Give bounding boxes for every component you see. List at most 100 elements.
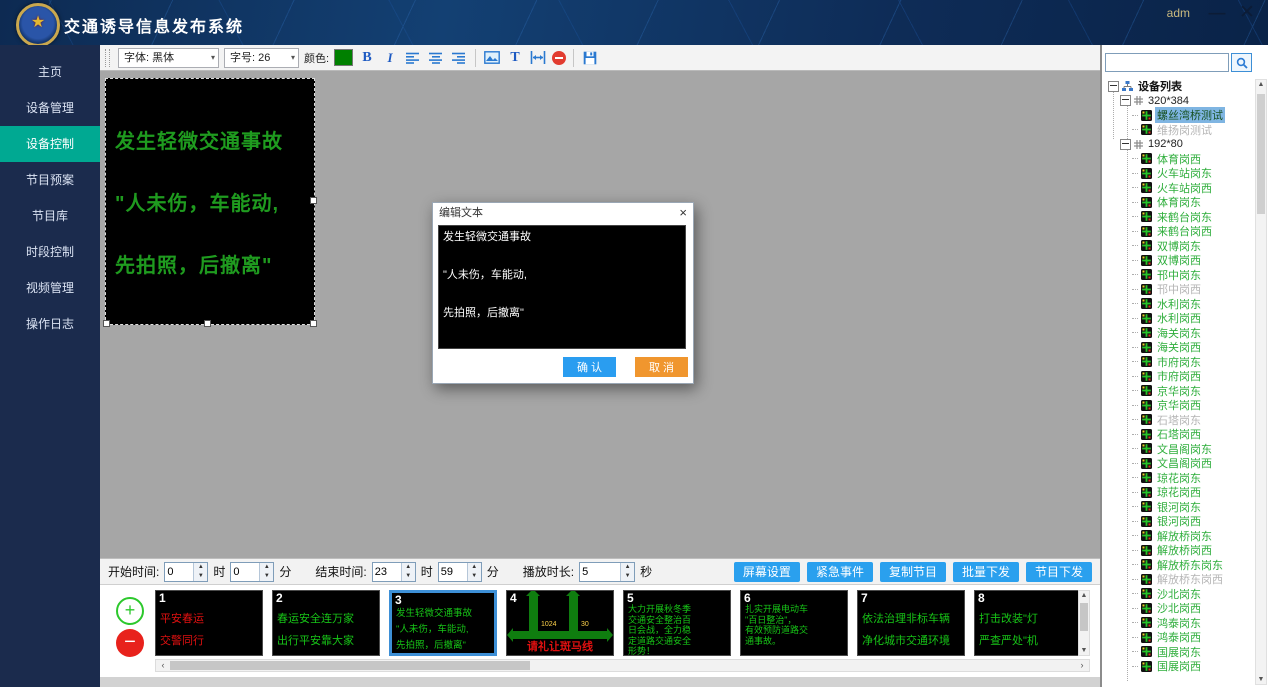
- end-min-down-icon[interactable]: ▼: [468, 572, 481, 581]
- batch-send-button[interactable]: 批量下发: [953, 562, 1019, 582]
- tree-dot-connector: [1132, 274, 1138, 275]
- emergency-event-button[interactable]: 紧急事件: [807, 562, 873, 582]
- program-thumbnail-4[interactable]: 4102430请礼让斑马线: [506, 590, 614, 656]
- start-hour-stepper[interactable]: ▲▼: [164, 562, 208, 582]
- sidebar-item-2[interactable]: 设备管理: [0, 90, 100, 126]
- align-center-icon[interactable]: [427, 49, 445, 67]
- end-hour-down-icon[interactable]: ▼: [402, 572, 415, 581]
- start-hour-input[interactable]: [165, 563, 193, 581]
- duration-stepper[interactable]: ▲▼: [579, 562, 635, 582]
- resize-handle-bottom-center[interactable]: [204, 320, 211, 327]
- search-input[interactable]: [1105, 53, 1229, 72]
- start-min-up-icon[interactable]: ▲: [260, 563, 273, 572]
- edit-text-area[interactable]: [438, 225, 686, 349]
- device-tree-root[interactable]: 设备列表: [1136, 79, 1184, 94]
- tree-scroll-up-icon[interactable]: ▲: [1256, 81, 1266, 88]
- sidebar-item-3[interactable]: 设备控制: [0, 126, 100, 162]
- end-hour-stepper[interactable]: ▲▼: [372, 562, 416, 582]
- font-family-select[interactable]: 字体: 黑体: [118, 48, 219, 68]
- duration-input[interactable]: [580, 563, 620, 581]
- end-hour-input[interactable]: [373, 563, 401, 581]
- led-preview[interactable]: 发生轻微交通事故"人未伤，车能动,先拍照，后撤离": [105, 78, 315, 325]
- end-hour-up-icon[interactable]: ▲: [402, 563, 415, 572]
- device-item[interactable]: 国展岗西: [1155, 658, 1203, 674]
- resize-handle-bottom-left[interactable]: [103, 320, 110, 327]
- sidebar-item-5[interactable]: 节目库: [0, 198, 100, 234]
- duration-down-icon[interactable]: ▼: [621, 572, 634, 581]
- align-left-icon[interactable]: [404, 49, 422, 67]
- start-min-down-icon[interactable]: ▼: [260, 572, 273, 581]
- dialog-close-icon[interactable]: ×: [679, 205, 687, 220]
- minimize-icon[interactable]: —: [1206, 2, 1228, 24]
- tree-scroll-thumb[interactable]: [1257, 94, 1265, 214]
- outer-scroll-track[interactable]: [100, 677, 1100, 687]
- scroll-left-icon[interactable]: ‹: [157, 660, 169, 671]
- horizontal-scrollbar[interactable]: ‹ ›: [155, 659, 1090, 672]
- tree-dot-connector: [1132, 231, 1138, 232]
- end-min-up-icon[interactable]: ▲: [468, 563, 481, 572]
- italic-button[interactable]: I: [381, 49, 399, 67]
- duration-up-icon[interactable]: ▲: [621, 563, 634, 572]
- scroll-down-icon[interactable]: ▼: [1079, 647, 1089, 654]
- program-number: 2: [276, 591, 283, 605]
- close-icon[interactable]: ✕: [1236, 2, 1258, 24]
- device-group-label[interactable]: 192*80: [1146, 138, 1185, 150]
- vertical-scroll-thumb[interactable]: [1080, 603, 1088, 631]
- program-thumbnail-1[interactable]: 1平安春运交警同行: [155, 590, 263, 656]
- remove-program-icon[interactable]: −: [116, 629, 144, 657]
- horizontal-scroll-thumb[interactable]: [170, 661, 530, 670]
- start-min-input[interactable]: [231, 563, 259, 581]
- program-text: 大力开展秋冬季交通安全整治百日会战，全力稳定道路交通安全形势！: [628, 604, 728, 656]
- screen-settings-button[interactable]: 屏幕设置: [734, 562, 800, 582]
- program-number: 1: [159, 591, 166, 605]
- program-send-button[interactable]: 节目下发: [1026, 562, 1092, 582]
- font-size-select[interactable]: 字号: 26: [224, 48, 299, 68]
- sidebar-item-8[interactable]: 操作日志: [0, 306, 100, 342]
- end-min-stepper[interactable]: ▲▼: [438, 562, 482, 582]
- start-hour-down-icon[interactable]: ▼: [194, 572, 207, 581]
- copy-program-button[interactable]: 复制节目: [880, 562, 946, 582]
- program-number: 7: [861, 591, 868, 605]
- program-thumbnail-8[interactable]: 8打击改装"灯严查严处"机: [974, 590, 1082, 656]
- color-swatch[interactable]: [334, 49, 353, 66]
- scroll-up-icon[interactable]: ▲: [1079, 592, 1089, 599]
- insert-image-icon[interactable]: [483, 49, 501, 67]
- fit-width-icon[interactable]: [529, 49, 547, 67]
- resize-handle-right-center[interactable]: [310, 197, 317, 204]
- sidebar-item-1[interactable]: 主页: [0, 54, 100, 90]
- sidebar-item-4[interactable]: 节目预案: [0, 162, 100, 198]
- scroll-right-icon[interactable]: ›: [1076, 660, 1088, 671]
- start-min-stepper[interactable]: ▲▼: [230, 562, 274, 582]
- collapse-icon-group[interactable]: [1120, 95, 1131, 106]
- tree-scroll-down-icon[interactable]: ▼: [1256, 676, 1266, 683]
- search-button[interactable]: [1231, 53, 1252, 72]
- add-program-icon[interactable]: +: [116, 597, 144, 625]
- tree-dot-connector: [1132, 347, 1138, 348]
- collapse-icon-group[interactable]: [1120, 139, 1131, 150]
- program-thumbnail-7[interactable]: 7依法治理非标车辆净化城市交通环境: [857, 590, 965, 656]
- align-right-icon[interactable]: [450, 49, 468, 67]
- device-group-label[interactable]: 320*384: [1146, 95, 1191, 107]
- bold-button[interactable]: B: [358, 49, 376, 67]
- tree-dot-connector: [1132, 245, 1138, 246]
- cancel-button[interactable]: 取 消: [635, 357, 688, 377]
- device-item[interactable]: 维扬岗测试: [1155, 122, 1214, 138]
- sidebar-item-6[interactable]: 时段控制: [0, 234, 100, 270]
- traffic-sign-icon: [1141, 545, 1152, 556]
- end-min-input[interactable]: [439, 563, 467, 581]
- insert-text-icon[interactable]: T: [506, 49, 524, 67]
- confirm-button[interactable]: 确 认: [563, 357, 616, 377]
- resize-handle-bottom-right[interactable]: [310, 320, 317, 327]
- sidebar-item-7[interactable]: 视频管理: [0, 270, 100, 306]
- program-thumbnail-2[interactable]: 2春运安全连万家出行平安靠大家: [272, 590, 380, 656]
- tree-dot-connector: [1132, 376, 1138, 377]
- collapse-icon-root[interactable]: [1108, 81, 1119, 92]
- save-icon[interactable]: [581, 49, 599, 67]
- program-thumbnail-6[interactable]: 6扎实开展电动车"百日整治"，有效预防道路交通事故。: [740, 590, 848, 656]
- delete-item-icon[interactable]: [552, 51, 566, 65]
- vertical-scrollbar[interactable]: ▲ ▼: [1078, 590, 1090, 656]
- program-thumbnail-5[interactable]: 5大力开展秋冬季交通安全整治百日会战，全力稳定道路交通安全形势！: [623, 590, 731, 656]
- tree-scrollbar[interactable]: ▲ ▼: [1255, 79, 1267, 685]
- program-thumbnail-3[interactable]: 3发生轻微交通事故"人未伤，车能动,先拍照，后撤离": [389, 590, 497, 656]
- start-hour-up-icon[interactable]: ▲: [194, 563, 207, 572]
